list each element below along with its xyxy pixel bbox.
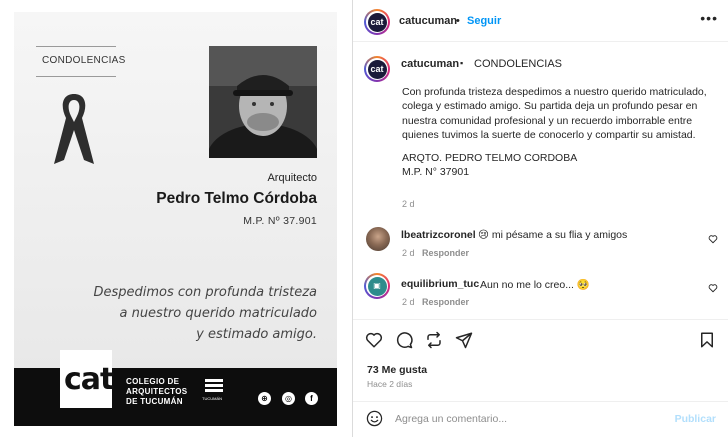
comment-like-icon[interactable]	[708, 283, 718, 293]
post-date[interactable]: Hace 2 días	[367, 379, 412, 389]
instagram-icon: ◎	[282, 392, 295, 405]
repost-icon[interactable]	[425, 331, 443, 349]
reply-button[interactable]: Responder	[422, 248, 469, 258]
more-options-button[interactable]: •••	[700, 10, 718, 26]
emblem-label: TUCUMÁN	[202, 396, 222, 401]
card-tag: CONDOLENCIAS	[42, 55, 126, 66]
comment-username[interactable]: lbeatrizcoronel	[401, 229, 476, 241]
header-username[interactable]: catucuman	[399, 15, 457, 27]
caption-text: Con profunda tristeza despedimos a nuest…	[402, 86, 707, 142]
comment-input[interactable]	[395, 410, 665, 428]
bookmark-icon[interactable]	[698, 331, 716, 349]
tucuman-emblem-icon: TUCUMÁN	[202, 376, 224, 401]
share-icon[interactable]	[455, 331, 473, 349]
portrait-photo	[209, 46, 317, 158]
person-name: Pedro Telmo Córdoba	[156, 190, 317, 207]
reply-button[interactable]: Responder	[422, 297, 469, 307]
header-avatar[interactable]: cat	[364, 9, 390, 35]
divider	[36, 46, 116, 47]
farewell-line: a nuestro querido matriculado	[119, 306, 317, 321]
comment-icon[interactable]	[395, 331, 413, 349]
divider	[353, 401, 728, 402]
commenter-avatar[interactable]	[366, 227, 390, 251]
globe-icon: ⊕	[258, 392, 271, 405]
caption-avatar[interactable]: cat	[364, 56, 390, 82]
farewell-message: Despedimos con profunda tristeza a nuest…	[47, 282, 317, 345]
avatar-text: cat	[367, 59, 387, 79]
caption-timestamp[interactable]: 2 d	[402, 199, 415, 209]
header-separator: •	[456, 15, 460, 27]
likes-count[interactable]: 73 Me gusta	[367, 364, 427, 376]
heart-icon[interactable]	[365, 331, 383, 349]
mourning-ribbon-icon	[54, 94, 94, 164]
comment-username[interactable]: equilibrium_tuc	[401, 278, 479, 290]
farewell-line: y estimado amigo.	[196, 327, 317, 342]
comment-timestamp[interactable]: 2 d	[402, 248, 415, 258]
divider	[36, 76, 116, 77]
comment-timestamp[interactable]: 2 d	[402, 297, 415, 307]
org-name-line: ARQUITECTOS	[126, 387, 188, 396]
facebook-icon: f	[305, 392, 318, 405]
avatar-text: cat	[367, 12, 387, 32]
publish-button[interactable]: Publicar	[675, 413, 716, 425]
caption-title: CONDOLENCIAS	[474, 58, 563, 70]
comment-text: 😢 mi pésame a su flia y amigos	[478, 229, 628, 241]
commenter-avatar[interactable]: ▣	[364, 273, 390, 299]
person-registration: M.P. Nº 37.901	[243, 215, 317, 227]
farewell-line: Despedimos con profunda tristeza	[93, 285, 317, 300]
condolence-card: CONDOLENCIAS Arquitecto Pedro Telmo Córd…	[14, 12, 337, 426]
caption-bullet: ▪	[460, 58, 464, 68]
org-name: COLEGIO DE ARQUITECTOS DE TUCUMÁN	[126, 377, 187, 407]
emoji-icon[interactable]	[366, 410, 383, 427]
caption-registration: M.P. N° 37901	[402, 166, 470, 179]
org-name-line: COLEGIO DE	[126, 377, 180, 386]
caption-username[interactable]: catucuman	[401, 58, 459, 70]
org-name-line: DE TUCUMÁN	[126, 397, 183, 406]
comment-like-icon[interactable]	[708, 234, 718, 244]
post-panel: cat catucuman • Seguir ••• cat catucuman…	[353, 0, 728, 437]
caption-signature: ARQTO. PEDRO TELMO CORDOBA	[402, 151, 578, 164]
caption-body: Con profunda tristeza despedimos a nuest…	[402, 85, 722, 179]
person-role: Arquitecto	[267, 172, 317, 184]
cat-logo-text: cat	[64, 362, 114, 397]
comment-text: Aun no me lo creo... 🥺	[480, 279, 590, 291]
divider	[353, 319, 728, 320]
post-image: CONDOLENCIAS Arquitecto Pedro Telmo Córd…	[0, 0, 352, 437]
divider	[353, 41, 728, 42]
follow-button[interactable]: Seguir	[467, 15, 501, 27]
